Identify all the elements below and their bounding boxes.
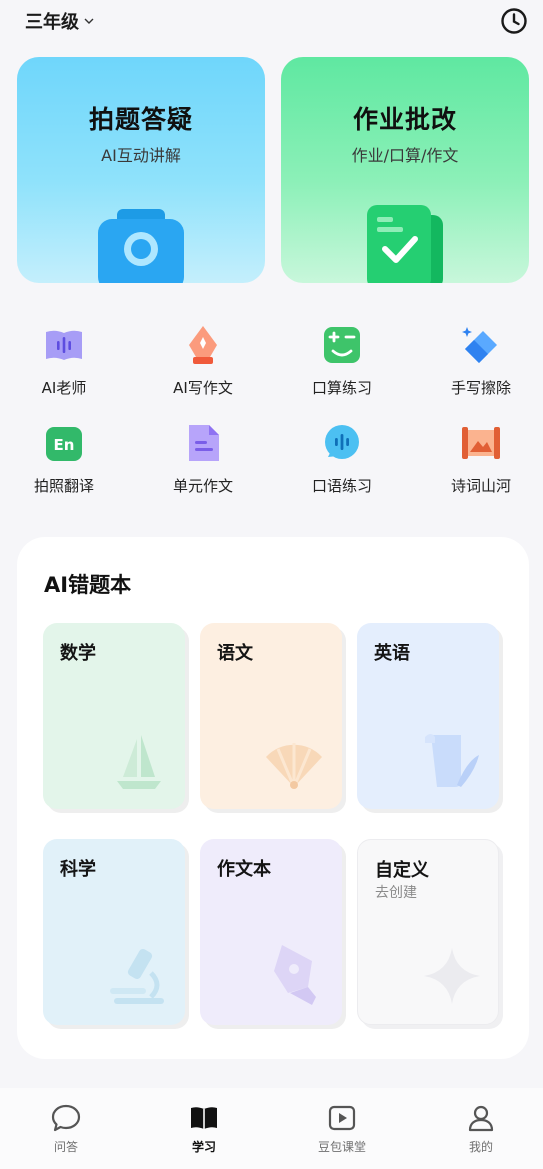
- ai-book-icon: [46, 330, 82, 360]
- camera-icon: [98, 209, 184, 283]
- speech-bubble-icon: [325, 425, 359, 459]
- open-book-icon: [191, 1107, 217, 1129]
- tool-label: 口语练习: [311, 477, 372, 495]
- subject-name: 语文: [217, 643, 253, 664]
- chevron-down-icon: [84, 18, 94, 24]
- tab-label: 我的: [468, 1140, 493, 1154]
- calculator-face-icon: [324, 327, 360, 363]
- subject-name: 数学: [60, 643, 96, 664]
- hero-title: 作业批改: [352, 105, 457, 134]
- tool-ai-essay[interactable]: AI写作文: [143, 323, 263, 398]
- tool-label: AI老师: [41, 379, 87, 397]
- tool-oral-practice[interactable]: 口语练习: [282, 421, 402, 496]
- top-bar: 三年级: [0, 0, 543, 44]
- subject-book-chinese[interactable]: 语文: [200, 623, 346, 813]
- subject-book-math[interactable]: 数学: [43, 623, 189, 813]
- microscope-icon: [110, 948, 164, 1004]
- grade-selector[interactable]: 三年级: [25, 8, 95, 34]
- tool-label: AI写作文: [173, 379, 233, 397]
- create-hint: 去创建: [375, 885, 417, 901]
- hero-title: 拍题答疑: [88, 105, 193, 134]
- subject-name: 英语: [374, 643, 410, 664]
- subject-name: 科学: [60, 859, 96, 880]
- tool-label: 口算练习: [311, 379, 372, 397]
- fan-icon: [266, 743, 322, 789]
- mistake-book-panel: AI错题本 数学 语文 英语 科学 作文本 自定义 去创建: [17, 537, 529, 1059]
- hero-subtitle: AI互动讲解: [101, 146, 181, 165]
- clock-icon[interactable]: [500, 7, 528, 35]
- tab-doubao-class[interactable]: 豆包课堂: [297, 1104, 387, 1155]
- tool-label: 手写擦除: [450, 379, 511, 397]
- subject-name: 作文本: [217, 859, 271, 880]
- tab-label: 学习: [191, 1140, 216, 1154]
- tool-unit-essay[interactable]: 单元作文: [143, 421, 263, 496]
- tab-study[interactable]: 学习: [159, 1104, 249, 1155]
- tab-profile[interactable]: 我的: [436, 1104, 526, 1155]
- tool-label: 诗词山河: [450, 477, 511, 495]
- tool-ai-teacher[interactable]: AI老师: [4, 323, 124, 398]
- translate-en-icon: En: [46, 427, 82, 461]
- subject-book-science[interactable]: 科学: [43, 839, 189, 1029]
- mistake-book-title: AI错题本: [44, 573, 132, 597]
- subject-name: 自定义: [375, 860, 429, 881]
- play-video-icon: [328, 1105, 356, 1131]
- tab-label: 豆包课堂: [317, 1140, 366, 1154]
- quill-scroll-icon: [425, 734, 479, 787]
- subject-book-composition[interactable]: 作文本: [200, 839, 346, 1029]
- hero-subtitle: 作业/口算/作文: [351, 146, 459, 165]
- tool-mental-math[interactable]: 口算练习: [282, 323, 402, 398]
- chat-bubble-icon: [51, 1104, 81, 1132]
- bottom-tab-bar: 问答 学习 豆包课堂 我的: [0, 1088, 543, 1169]
- tool-label: 拍照翻译: [33, 477, 94, 495]
- check-document-icon: [367, 205, 443, 283]
- subject-book-custom[interactable]: 自定义 去创建: [357, 839, 503, 1029]
- subject-book-english[interactable]: 英语: [357, 623, 503, 813]
- eraser-icon: [462, 327, 497, 363]
- document-icon: [189, 425, 219, 461]
- scroll-landscape-icon: [462, 427, 500, 459]
- tool-label: 单元作文: [172, 477, 233, 495]
- svg-text:En: En: [54, 436, 75, 454]
- tab-qa[interactable]: 问答: [21, 1104, 111, 1155]
- homework-check-card[interactable]: 作业批改 作业/口算/作文: [281, 57, 529, 283]
- tool-poetry-landscape[interactable]: 诗词山河: [421, 421, 541, 496]
- pen-nib-icon: [189, 326, 217, 364]
- tool-handwriting-erase[interactable]: 手写擦除: [421, 323, 541, 398]
- sparkle-icon: [424, 948, 480, 1004]
- person-icon: [468, 1105, 494, 1132]
- tab-label: 问答: [53, 1140, 78, 1154]
- tool-photo-translate[interactable]: En 拍照翻译: [4, 421, 124, 496]
- fountain-pen-icon: [274, 945, 316, 1005]
- sailboat-icon: [117, 735, 161, 789]
- photo-question-card[interactable]: 拍题答疑 AI互动讲解: [17, 57, 265, 283]
- grade-label: 三年级: [25, 12, 79, 33]
